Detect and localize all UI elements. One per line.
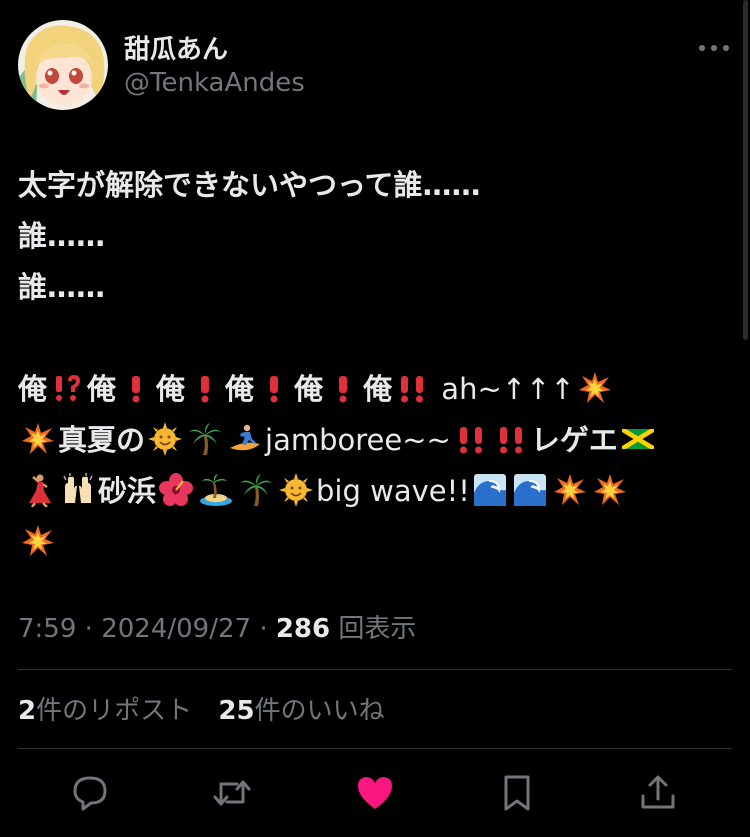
sun-with-face-icon: [279, 473, 314, 507]
exclamation-question-icon: [50, 371, 84, 405]
surfer-icon: [228, 422, 262, 456]
tweet-word: 俺: [225, 372, 255, 406]
action-bar: [0, 768, 750, 818]
collision-icon: [593, 473, 627, 507]
exclamation-icon: [257, 371, 291, 405]
desert-island-icon: [199, 473, 233, 507]
hibiscus-icon: [159, 473, 194, 507]
share-icon[interactable]: [637, 772, 679, 814]
double-exclamation-icon: [494, 422, 528, 456]
tweet-detail-page: 甜瓜あん @TenkaAndes 太字が解除できないやつって誰…… 誰…… 誰……: [0, 0, 750, 837]
tweet-word: ah~↑↑↑: [432, 372, 575, 406]
likes-stat[interactable]: 25件のいいね: [218, 696, 384, 726]
bookmark-icon[interactable]: [496, 772, 538, 814]
double-exclamation-icon: [454, 422, 488, 456]
tweet-word: big wave!!: [316, 474, 470, 508]
dancer-icon: [21, 473, 55, 507]
more-options-icon[interactable]: [696, 36, 732, 60]
divider: [18, 748, 732, 749]
author-handle[interactable]: @TenkaAndes: [124, 68, 305, 98]
reposts-label: 件のリポスト: [36, 696, 193, 726]
tweet-word: 真夏の: [58, 423, 146, 457]
reply-icon[interactable]: [69, 772, 111, 814]
exclamation-icon: [188, 371, 222, 405]
like-icon-filled[interactable]: [354, 772, 396, 814]
collision-icon: [578, 371, 612, 405]
collision-icon: [21, 524, 55, 558]
tweet-date[interactable]: 2024/09/27: [101, 614, 251, 644]
likes-label: 件のいいね: [254, 696, 385, 726]
author-display-name[interactable]: 甜瓜あん: [124, 29, 228, 66]
tweet-word: 俺: [156, 372, 186, 406]
tweet-line: 太字が解除できないやつって誰……: [18, 168, 481, 202]
palm-tree-icon: [188, 422, 222, 456]
avatar[interactable]: [18, 20, 108, 110]
views-count: 286: [275, 614, 331, 644]
raising-hands-icon: [61, 473, 95, 507]
tweet-word: 俺: [363, 372, 393, 406]
tweet-line: 俺 俺 俺 俺 俺 俺 ah~↑↑↑: [18, 364, 730, 415]
tweet-word: 俺: [18, 372, 48, 406]
tweet-time[interactable]: 7:59: [18, 614, 76, 644]
tweet-meta: 7:59 · 2024/09/27 · 286 回表示: [18, 608, 416, 645]
tweet-line: 真夏の jamboree~~ レゲエ: [18, 415, 730, 466]
divider: [18, 669, 732, 670]
meta-separator: ·: [84, 614, 102, 644]
tweet-line: [18, 517, 730, 568]
jamaica-flag-icon: [621, 422, 655, 456]
tweet-line: 誰……: [18, 219, 106, 253]
tweet-line: 誰……: [18, 270, 106, 304]
double-exclamation-icon: [395, 371, 429, 405]
meta-separator: ·: [259, 614, 276, 644]
sun-with-face-icon: [148, 422, 183, 456]
tweet-text: 太字が解除できないやつって誰…… 誰…… 誰…… 俺 俺 俺 俺 俺 俺 ah~↑↑↑ 真…: [18, 160, 730, 568]
tweet-word: 俺: [294, 372, 324, 406]
reposts-count: 2: [18, 696, 37, 726]
palm-tree-icon: [239, 473, 273, 507]
engagement-stats: 2件のリポスト 25件のいいね: [18, 690, 403, 727]
exclamation-icon: [326, 371, 360, 405]
water-wave-icon: [473, 473, 507, 507]
likes-count: 25: [218, 696, 255, 726]
tweet-word: jamboree~~: [265, 423, 451, 457]
tweet-line: 砂浜 big wave!!: [18, 466, 730, 517]
tweet-word: 俺: [87, 372, 117, 406]
views-label: 回表示: [338, 614, 417, 644]
tweet-word: 砂浜: [98, 474, 157, 508]
tweet-word: レゲエ: [530, 423, 618, 457]
collision-icon: [553, 473, 587, 507]
exclamation-icon: [119, 371, 153, 405]
water-wave-icon: [513, 473, 547, 507]
retweet-icon[interactable]: [211, 772, 253, 814]
scrollbar[interactable]: [743, 0, 748, 340]
reposts-stat[interactable]: 2件のリポスト: [18, 696, 192, 726]
collision-icon: [21, 422, 55, 456]
